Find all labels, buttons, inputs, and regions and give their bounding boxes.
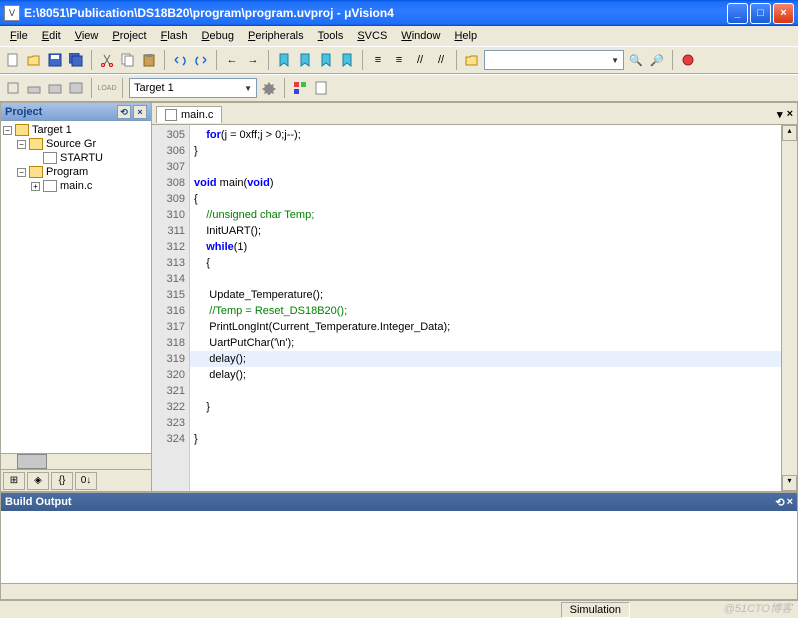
menu-window[interactable]: Window: [395, 28, 446, 44]
save-icon[interactable]: [46, 51, 64, 69]
download-icon[interactable]: LOAD: [98, 79, 116, 97]
uncomment-icon[interactable]: //: [432, 51, 450, 69]
toolbar-main: ← → ≡ ≡ // // ▼ 🔍 🔎: [0, 46, 798, 74]
redo-icon[interactable]: [192, 51, 210, 69]
project-tabs: ⊞ ◈ {} 0↓: [1, 469, 151, 491]
options-icon[interactable]: [260, 79, 278, 97]
open-icon[interactable]: [25, 51, 43, 69]
undo-icon[interactable]: [171, 51, 189, 69]
build-output-panel: Build Output ⟲ ×: [0, 492, 798, 600]
menu-svcs[interactable]: SVCS: [351, 28, 393, 44]
file-icon: [165, 109, 177, 121]
rebuild-icon[interactable]: [46, 79, 64, 97]
project-tab-3[interactable]: {}: [51, 472, 73, 490]
menu-debug[interactable]: Debug: [196, 28, 240, 44]
debug-icon[interactable]: [679, 51, 697, 69]
project-tab-1[interactable]: ⊞: [3, 472, 25, 490]
nav-fwd-icon[interactable]: →: [244, 51, 262, 69]
menu-view[interactable]: View: [69, 28, 105, 44]
project-tab-4[interactable]: 0↓: [75, 472, 97, 490]
outdent-icon[interactable]: ≡: [390, 51, 408, 69]
incremental-find-icon[interactable]: 🔎: [648, 51, 666, 69]
paste-icon[interactable]: [140, 51, 158, 69]
manage-icon[interactable]: [291, 79, 309, 97]
project-hscroll[interactable]: [1, 453, 151, 469]
tree-group-source[interactable]: −Source Gr: [3, 137, 149, 151]
build-hscroll[interactable]: [1, 583, 797, 599]
editor-close-icon[interactable]: ×: [787, 108, 793, 121]
file-tab-main[interactable]: main.c: [156, 106, 222, 123]
menu-help[interactable]: Help: [448, 28, 483, 44]
menu-project[interactable]: Project: [106, 28, 152, 44]
copy-icon[interactable]: [119, 51, 137, 69]
tree-file-main[interactable]: +main.c: [3, 179, 149, 193]
panel-pin-icon[interactable]: ⟲: [117, 105, 131, 119]
find-in-files-icon[interactable]: 🔍: [627, 51, 645, 69]
bookmark-prev-icon[interactable]: [296, 51, 314, 69]
panel-close-icon[interactable]: ×: [133, 105, 147, 119]
tree-file-startup[interactable]: STARTU: [3, 151, 149, 165]
menu-edit[interactable]: Edit: [36, 28, 67, 44]
find-icon[interactable]: [463, 51, 481, 69]
code-area[interactable]: 3053063073083093103113123133143153163173…: [152, 125, 797, 491]
build-close-icon[interactable]: ×: [787, 496, 793, 509]
toolbar-build: LOAD Target 1▼: [0, 74, 798, 102]
translate-icon[interactable]: [4, 79, 22, 97]
find-combo[interactable]: ▼: [484, 50, 624, 70]
watermark: @51CTO博客: [724, 600, 792, 616]
line-gutter: 3053063073083093103113123133143153163173…: [152, 125, 190, 491]
file-tabs: main.c ▾ ×: [152, 103, 797, 125]
status-mode: Simulation: [561, 602, 630, 618]
editor-dropdown-icon[interactable]: ▾: [777, 108, 783, 121]
titlebar[interactable]: V E:\8051\Publication\DS18B20\program\pr…: [0, 0, 798, 26]
code-body[interactable]: for(j = 0xff;j > 0;j--);}void main(void)…: [190, 125, 781, 491]
batch-build-icon[interactable]: [67, 79, 85, 97]
project-panel: Project ⟲ × −Target 1 −Source Gr STARTU …: [0, 102, 152, 492]
bookmark-next-icon[interactable]: [317, 51, 335, 69]
window-title: E:\8051\Publication\DS18B20\program\prog…: [24, 6, 725, 20]
save-all-icon[interactable]: [67, 51, 85, 69]
menu-file[interactable]: File: [4, 28, 34, 44]
project-tree[interactable]: −Target 1 −Source Gr STARTU −Program +ma…: [1, 121, 151, 453]
indent-icon[interactable]: ≡: [369, 51, 387, 69]
new-icon[interactable]: [4, 51, 22, 69]
build-icon[interactable]: [25, 79, 43, 97]
comment-icon[interactable]: //: [411, 51, 429, 69]
cut-icon[interactable]: [98, 51, 116, 69]
build-output-header[interactable]: Build Output ⟲ ×: [1, 493, 797, 511]
nav-back-icon[interactable]: ←: [223, 51, 241, 69]
build-pin-icon[interactable]: ⟲: [775, 496, 784, 509]
menu-peripherals[interactable]: Peripherals: [242, 28, 310, 44]
editor-vscroll[interactable]: ▴▾: [781, 125, 797, 491]
tree-group-program[interactable]: −Program: [3, 165, 149, 179]
tree-target[interactable]: −Target 1: [3, 123, 149, 137]
file-ext-icon[interactable]: [312, 79, 330, 97]
target-combo[interactable]: Target 1▼: [129, 78, 257, 98]
maximize-button[interactable]: □: [750, 3, 771, 24]
app-icon: V: [4, 5, 20, 21]
project-tab-2[interactable]: ◈: [27, 472, 49, 490]
bookmark-clear-icon[interactable]: [338, 51, 356, 69]
project-panel-header[interactable]: Project ⟲ ×: [1, 103, 151, 121]
statusbar: Simulation: [0, 600, 798, 618]
build-output-body[interactable]: [1, 511, 797, 583]
bookmark-icon[interactable]: [275, 51, 293, 69]
minimize-button[interactable]: _: [727, 3, 748, 24]
menu-tools[interactable]: Tools: [312, 28, 350, 44]
menu-flash[interactable]: Flash: [155, 28, 194, 44]
menubar: File Edit View Project Flash Debug Perip…: [0, 26, 798, 46]
close-button[interactable]: ×: [773, 3, 794, 24]
editor-panel: main.c ▾ × 30530630730830931031131231331…: [152, 102, 798, 492]
